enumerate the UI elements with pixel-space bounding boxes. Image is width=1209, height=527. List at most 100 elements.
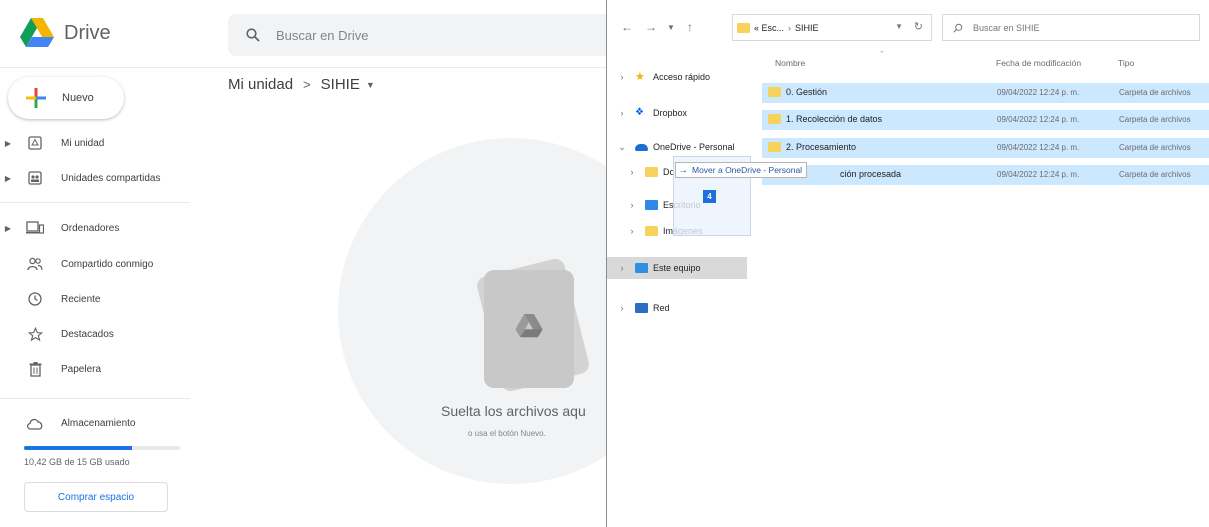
new-button-label: Nuevo bbox=[62, 92, 94, 104]
search-icon bbox=[953, 23, 963, 33]
address-crumb-parent[interactable]: « Esc... bbox=[754, 23, 784, 33]
move-arrow-icon: → bbox=[678, 164, 688, 176]
chevron-down-icon[interactable]: ▼ bbox=[366, 80, 375, 90]
file-row[interactable]: 2. Procesamiento 09/04/2022 12:24 p. m. … bbox=[762, 138, 1209, 158]
plus-icon bbox=[26, 88, 46, 108]
file-date: 09/04/2022 12:24 p. m. bbox=[997, 115, 1080, 124]
chevron-right-icon[interactable]: › bbox=[627, 200, 637, 210]
file-type: Carpeta de archivos bbox=[1119, 115, 1191, 124]
folder-icon bbox=[645, 167, 658, 177]
drag-count-badge: 4 bbox=[703, 190, 716, 203]
expand-caret-icon[interactable]: ▶ bbox=[2, 139, 14, 148]
file-row[interactable]: 0. Gestión 09/04/2022 12:24 p. m. Carpet… bbox=[762, 83, 1209, 103]
google-drive-window: Drive Nuevo ▶ Mi unidad ▶ Unidades compa… bbox=[0, 0, 606, 527]
sidebar-divider bbox=[0, 202, 190, 203]
drag-drop-tooltip: → Mover a OneDrive - Personal bbox=[675, 162, 808, 178]
dropbox-icon: ❖ bbox=[635, 107, 644, 118]
address-dropdown-icon[interactable]: ▼ bbox=[895, 22, 903, 31]
sidebar-item-label: Papelera bbox=[61, 363, 102, 375]
tree-item-label: OneDrive - Personal bbox=[653, 142, 735, 152]
breadcrumb-item-sihie[interactable]: SIHIE bbox=[321, 76, 360, 93]
chevron-right-icon[interactable]: › bbox=[627, 226, 637, 236]
sidebar-item-unidades-compartidas[interactable]: ▶ Unidades compartidas bbox=[0, 166, 161, 190]
breadcrumb-item-mi-unidad[interactable]: Mi unidad bbox=[228, 76, 293, 93]
trash-icon bbox=[26, 360, 44, 378]
refresh-icon[interactable]: ↻ bbox=[914, 20, 923, 33]
header-divider bbox=[0, 67, 606, 68]
tree-item-acceso-rapido[interactable]: › ★ Acceso rápido bbox=[607, 66, 747, 88]
sidebar-item-papelera[interactable]: Papelera bbox=[0, 357, 101, 381]
file-date: 09/04/2022 12:24 p. m. bbox=[997, 88, 1080, 97]
desktop-folder-icon bbox=[645, 200, 658, 210]
chevron-right-icon[interactable]: › bbox=[627, 167, 637, 177]
sidebar-item-compartido-conmigo[interactable]: Compartido conmigo bbox=[0, 252, 153, 276]
sidebar-item-label: Unidades compartidas bbox=[61, 172, 161, 184]
tree-item-dropbox[interactable]: › ❖ Dropbox bbox=[607, 102, 747, 124]
drive-app-name: Drive bbox=[64, 21, 111, 44]
file-date: 09/04/2022 12:24 p. m. bbox=[997, 170, 1080, 179]
folder-icon bbox=[768, 142, 781, 152]
chevron-down-icon[interactable]: ⌄ bbox=[617, 142, 627, 153]
address-crumb-current[interactable]: SIHIE bbox=[795, 23, 819, 33]
storage-usage-text: 10,42 GB de 15 GB usado bbox=[24, 457, 130, 467]
forward-arrow-icon[interactable]: → bbox=[645, 20, 657, 34]
sidebar-item-label: Almacenamiento bbox=[61, 417, 136, 429]
drop-zone-subtitle: o usa el botón Nuevo. bbox=[468, 429, 546, 438]
expand-caret-icon[interactable]: ▶ bbox=[2, 174, 14, 183]
sidebar-item-label: Destacados bbox=[61, 328, 114, 340]
drive-logo-icon bbox=[20, 18, 54, 47]
explorer-toolbar: ← → ▼ ↑ « Esc... › SIHIE ▼ ↻ bbox=[607, 12, 1209, 44]
file-name: 2. Procesamiento bbox=[786, 142, 857, 152]
tree-item-red[interactable]: › Red bbox=[607, 297, 747, 319]
file-date: 09/04/2022 12:24 p. m. bbox=[997, 143, 1080, 152]
new-button[interactable]: Nuevo bbox=[8, 77, 124, 119]
drop-zone-title: Suelta los archivos aqu bbox=[441, 403, 586, 419]
breadcrumb: Mi unidad > SIHIE ▼ bbox=[228, 76, 375, 93]
back-arrow-icon[interactable]: ← bbox=[621, 20, 633, 34]
drive-logo[interactable]: Drive bbox=[20, 18, 111, 48]
chevron-right-icon[interactable]: › bbox=[617, 263, 627, 273]
sidebar-item-destacados[interactable]: Destacados bbox=[0, 322, 114, 346]
tree-item-label: Dropbox bbox=[653, 108, 688, 118]
drive-watermark-icon bbox=[515, 314, 543, 338]
people-icon bbox=[26, 255, 44, 273]
onedrive-icon bbox=[635, 143, 648, 151]
chevron-right-icon[interactable]: › bbox=[617, 72, 627, 82]
folder-icon bbox=[645, 226, 658, 236]
folder-icon bbox=[737, 22, 750, 33]
explorer-search-input[interactable] bbox=[971, 21, 1171, 34]
column-header-type[interactable]: Tipo bbox=[1118, 58, 1134, 68]
recent-chevron-down-icon[interactable]: ▼ bbox=[667, 23, 675, 32]
sidebar-item-label: Mi unidad bbox=[61, 137, 105, 149]
file-name: ción procesada bbox=[840, 169, 902, 179]
pc-icon bbox=[635, 263, 648, 273]
search-icon[interactable] bbox=[246, 28, 260, 42]
tree-item-este-equipo[interactable]: › Este equipo bbox=[607, 257, 747, 279]
file-row[interactable]: ción procesada 09/04/2022 12:24 p. m. Ca… bbox=[762, 165, 1209, 185]
sidebar-item-ordenadores[interactable]: ▶ Ordenadores bbox=[0, 216, 119, 240]
buy-storage-button[interactable]: Comprar espacio bbox=[24, 482, 168, 512]
sidebar-item-almacenamiento[interactable]: Almacenamiento bbox=[0, 411, 135, 435]
chevron-right-icon[interactable]: › bbox=[617, 303, 627, 313]
sort-up-icon: ⌃ bbox=[879, 51, 885, 58]
tree-item-onedrive[interactable]: ⌄ OneDrive - Personal bbox=[607, 136, 747, 158]
column-header-date[interactable]: Fecha de modificación bbox=[996, 58, 1081, 68]
file-row[interactable]: 1. Recolección de datos 09/04/2022 12:24… bbox=[762, 110, 1209, 130]
explorer-search-box[interactable] bbox=[942, 14, 1200, 41]
storage-progress-fill bbox=[24, 446, 132, 450]
drop-card-front bbox=[484, 270, 574, 388]
sidebar-item-reciente[interactable]: Reciente bbox=[0, 287, 100, 311]
up-arrow-icon[interactable]: ↑ bbox=[687, 20, 693, 34]
drive-search-bar[interactable] bbox=[228, 14, 606, 56]
clock-icon bbox=[26, 290, 44, 308]
column-header-name[interactable]: Nombre bbox=[775, 58, 805, 68]
drive-search-input[interactable] bbox=[274, 26, 574, 44]
network-icon bbox=[635, 303, 648, 313]
address-bar[interactable]: « Esc... › SIHIE ▼ ↻ bbox=[732, 14, 932, 41]
sidebar-item-label: Ordenadores bbox=[61, 222, 120, 234]
sidebar-item-mi-unidad[interactable]: ▶ Mi unidad bbox=[0, 131, 104, 155]
sidebar-item-label: Reciente bbox=[61, 293, 101, 305]
chevron-right-icon[interactable]: › bbox=[617, 108, 627, 118]
expand-caret-icon[interactable]: ▶ bbox=[2, 224, 14, 233]
tree-item-label: Este equipo bbox=[653, 263, 701, 273]
